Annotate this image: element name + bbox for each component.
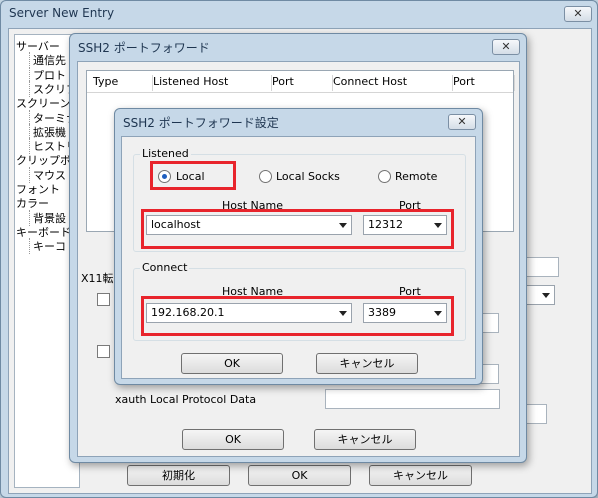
connect-group: Connect Host Name Port 192.168.20.1 3389 bbox=[133, 261, 466, 341]
right-field-1[interactable] bbox=[523, 257, 559, 277]
column-header[interactable]: Type bbox=[93, 75, 153, 91]
forward-cancel-button[interactable]: キャンセル bbox=[314, 429, 416, 450]
column-header[interactable]: Port bbox=[453, 75, 515, 91]
column-header[interactable]: Listened Host bbox=[153, 75, 272, 91]
chevron-down-icon bbox=[542, 293, 550, 298]
connect-legend: Connect bbox=[140, 261, 190, 274]
settings-title: SSH2 ポートフォワード設定 bbox=[123, 116, 279, 130]
local-socks-radio[interactable] bbox=[259, 170, 272, 183]
listened-legend: Listened bbox=[140, 147, 191, 160]
connect-fields-highlight bbox=[141, 296, 454, 336]
settings-ok-button[interactable]: OK bbox=[181, 353, 283, 374]
tree-item[interactable]: キーコ bbox=[29, 238, 66, 255]
settings-client: Listened Local Local Socks Remote Host N… bbox=[121, 136, 476, 379]
window-title: Server New Entry bbox=[9, 6, 115, 20]
listened-group: Listened Local Local Socks Remote Host N… bbox=[133, 147, 466, 252]
settings-cancel-button[interactable]: キャンセル bbox=[316, 353, 418, 374]
port-forward-title: SSH2 ポートフォワード bbox=[78, 41, 210, 55]
local-socks-radio-label: Local Socks bbox=[276, 170, 340, 183]
listened-fields-highlight bbox=[141, 209, 454, 249]
xauth-input[interactable] bbox=[325, 389, 500, 409]
column-header[interactable]: Connect Host bbox=[333, 75, 453, 91]
ssh2-forward-settings-dialog: SSH2 ポートフォワード設定 ✕ Listened Local Local S… bbox=[114, 108, 483, 385]
close-icon[interactable]: ✕ bbox=[492, 39, 520, 55]
xauth-label: xauth Local Protocol Data bbox=[115, 393, 257, 406]
x11-checkbox-2[interactable] bbox=[97, 345, 110, 358]
x11-checkbox-1[interactable] bbox=[97, 293, 110, 306]
right-dropdown[interactable] bbox=[523, 285, 555, 305]
close-icon[interactable]: ✕ bbox=[564, 6, 592, 22]
close-icon[interactable]: ✕ bbox=[448, 114, 476, 130]
ok-button[interactable]: OK bbox=[248, 465, 351, 486]
remote-radio[interactable] bbox=[378, 170, 391, 183]
column-header[interactable]: Port bbox=[272, 75, 333, 91]
forward-ok-button[interactable]: OK bbox=[182, 429, 284, 450]
local-highlight bbox=[150, 161, 236, 190]
remote-radio-label: Remote bbox=[395, 170, 438, 183]
reset-button[interactable]: 初期化 bbox=[127, 465, 230, 486]
cancel-button[interactable]: キャンセル bbox=[369, 465, 472, 486]
x11-label: X11転 bbox=[81, 272, 114, 285]
